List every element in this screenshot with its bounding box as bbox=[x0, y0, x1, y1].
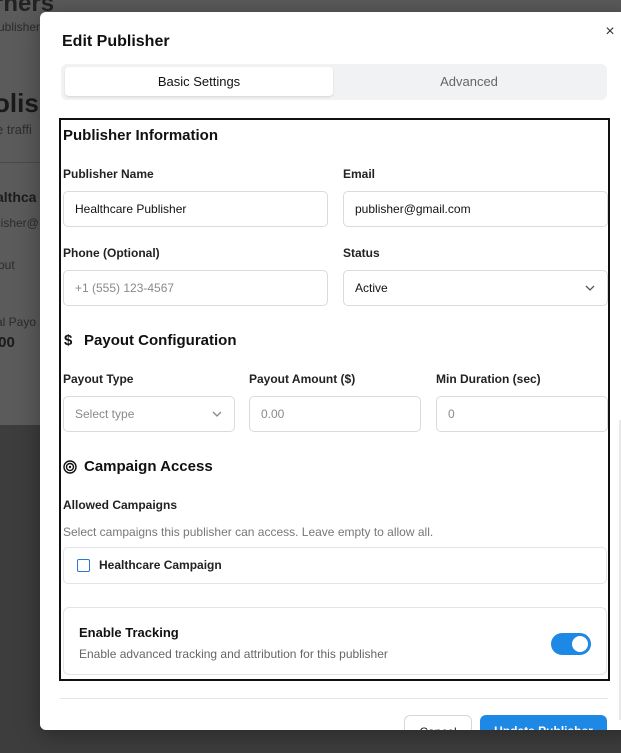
payout-config-title: Payout Configuration bbox=[84, 332, 237, 349]
close-icon[interactable]: × bbox=[601, 22, 619, 42]
tracking-card: Enable Tracking Enable advanced tracking… bbox=[63, 607, 607, 675]
campaign-checkbox[interactable] bbox=[77, 559, 90, 572]
email-label: Email bbox=[343, 167, 376, 181]
payout-amount-input[interactable]: 0.00 bbox=[249, 396, 421, 432]
target-icon bbox=[63, 460, 77, 474]
background-row-name: althca bbox=[0, 189, 37, 205]
payout-amount-label: Payout Amount ($) bbox=[249, 372, 356, 386]
campaign-access-title: Campaign Access bbox=[84, 458, 213, 475]
background-row-payout-label: out bbox=[0, 258, 15, 272]
status-selected-value: Active bbox=[355, 281, 388, 295]
allowed-campaigns-label: Allowed Campaigns bbox=[63, 498, 178, 512]
email-field[interactable]: publisher@gmail.com bbox=[343, 191, 608, 227]
dollar-icon: $ bbox=[64, 332, 73, 349]
allowed-campaigns-helper: Select campaigns this publisher can acce… bbox=[63, 525, 434, 539]
cancel-button[interactable]: Cancel bbox=[404, 715, 472, 730]
edit-publisher-dialog: × Edit Publisher Basic Settings Advanced… bbox=[40, 12, 621, 730]
tracking-description: Enable advanced tracking and attribution… bbox=[79, 647, 388, 661]
tab-list: Basic Settings Advanced bbox=[61, 64, 607, 100]
phone-label: Phone (Optional) bbox=[63, 246, 160, 260]
publisher-info-title: Publisher Information bbox=[63, 127, 219, 144]
update-publisher-button[interactable]: Update Publisher bbox=[480, 715, 607, 730]
payout-type-placeholder: Select type bbox=[75, 407, 135, 421]
payout-type-label: Payout Type bbox=[63, 372, 134, 386]
chevron-down-icon bbox=[212, 411, 222, 417]
tab-basic-settings[interactable]: Basic Settings bbox=[65, 67, 333, 96]
enable-tracking-toggle[interactable] bbox=[551, 633, 591, 655]
toggle-knob bbox=[572, 636, 588, 652]
basic-settings-panel: Publisher Information Publisher Name Hea… bbox=[59, 118, 610, 681]
background-page-subtitle: e traffi bbox=[0, 122, 32, 137]
min-duration-label: Min Duration (sec) bbox=[436, 372, 541, 386]
status-select[interactable]: Active bbox=[343, 270, 608, 306]
background-subheading: ublisher bbox=[0, 20, 41, 34]
footer-divider bbox=[60, 698, 608, 699]
background-divider bbox=[0, 162, 40, 163]
publisher-name-label: Publisher Name bbox=[63, 167, 154, 181]
campaign-list: Healthcare Campaign bbox=[63, 547, 607, 584]
chevron-down-icon bbox=[585, 285, 595, 291]
tracking-title: Enable Tracking bbox=[79, 625, 179, 640]
background-row-email: lisher@ bbox=[0, 216, 39, 230]
dialog-title: Edit Publisher bbox=[62, 33, 170, 50]
publisher-name-input[interactable]: Healthcare Publisher bbox=[63, 191, 328, 227]
phone-input[interactable]: +1 (555) 123-4567 bbox=[63, 270, 328, 306]
background-row-amount: .00 bbox=[0, 334, 15, 351]
status-label: Status bbox=[343, 246, 380, 260]
campaign-label[interactable]: Healthcare Campaign bbox=[99, 558, 222, 572]
min-duration-input[interactable]: 0 bbox=[436, 396, 608, 432]
tab-advanced[interactable]: Advanced bbox=[335, 67, 603, 96]
payout-type-select[interactable]: Select type bbox=[63, 396, 235, 432]
background-row-payout-type: al Payo bbox=[0, 315, 37, 329]
